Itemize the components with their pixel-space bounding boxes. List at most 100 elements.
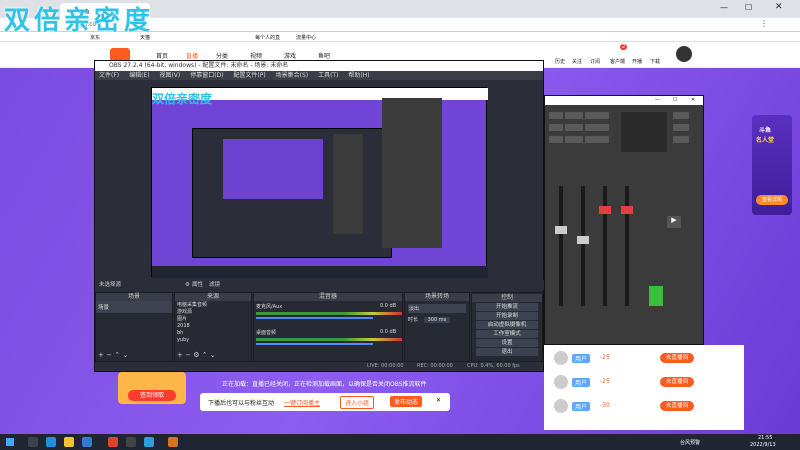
go-room-button[interactable]: 去直播间	[660, 377, 694, 387]
transition-select[interactable]: 淡出	[408, 304, 466, 313]
obs-menu-item[interactable]: 配置文件(P)	[233, 72, 265, 79]
play-icon[interactable]: ▶	[667, 216, 681, 228]
exit-button[interactable]: 退出	[476, 348, 538, 356]
user-icon-label[interactable]: 开播	[632, 58, 642, 65]
edge-icon[interactable]	[46, 437, 56, 447]
bookmark-item[interactable]: 每个人的直	[255, 34, 280, 41]
avatar[interactable]	[554, 375, 568, 389]
chevron-up-icon[interactable]: ⌃	[202, 351, 208, 359]
mixer-btn[interactable]	[549, 124, 563, 131]
fader[interactable]	[625, 186, 629, 306]
settings-button[interactable]: 设置	[476, 339, 538, 347]
clock-time[interactable]: 21:55	[758, 435, 772, 441]
source-item[interactable]: 游戏源	[177, 309, 249, 316]
fader-knob[interactable]	[577, 236, 589, 244]
source-item[interactable]: yuby	[177, 337, 249, 344]
start-icon[interactable]	[6, 438, 14, 446]
nav-item[interactable]: 首页	[156, 51, 168, 60]
obs-menu-item[interactable]: 编辑(E)	[129, 72, 149, 79]
mixer-btn[interactable]	[673, 124, 689, 131]
mixer-btn[interactable]	[585, 112, 609, 119]
maximize-icon[interactable]: ☐	[745, 3, 752, 12]
obs-menu-item[interactable]: 视图(V)	[159, 72, 180, 79]
remove-icon[interactable]: −	[106, 351, 112, 359]
scene-item[interactable]: 场景	[96, 301, 172, 313]
gear-icon[interactable]: ⚙	[185, 280, 190, 290]
volume-slider[interactable]	[256, 317, 373, 319]
maximize-icon[interactable]: ☐	[673, 97, 677, 103]
fader-knob[interactable]	[555, 226, 567, 234]
chrome-icon[interactable]	[108, 437, 118, 447]
close-icon[interactable]: ✕	[436, 397, 441, 404]
nav-item[interactable]: 游戏	[284, 51, 296, 60]
clock-date[interactable]: 2022/9/13	[750, 442, 776, 448]
mixer-btn[interactable]	[565, 136, 583, 143]
obs-preview[interactable]: 双倍亲密度	[151, 87, 488, 278]
mixer-btn[interactable]	[673, 136, 689, 143]
fader[interactable]	[581, 186, 585, 306]
avatar[interactable]	[676, 46, 692, 62]
mixer-btn[interactable]	[549, 112, 563, 119]
virtual-camera-button[interactable]: 启动虚拟摄像机	[476, 321, 538, 329]
add-icon[interactable]: +	[177, 351, 183, 359]
mixer-btn[interactable]	[585, 136, 609, 143]
nav-item-active[interactable]: 直播	[186, 51, 198, 60]
mixer-btn[interactable]	[565, 112, 583, 119]
ranking-user[interactable]: 用户	[572, 402, 591, 411]
obs-menu-item[interactable]: 文件(F)	[99, 72, 119, 79]
join-group-button[interactable]: 进入小组	[340, 396, 375, 409]
chevron-down-icon[interactable]: ⌄	[210, 351, 216, 359]
subscribe-link[interactable]: 一键订阅播主	[284, 398, 320, 407]
source-item[interactable]: 2018	[177, 323, 249, 330]
user-icon-label[interactable]: 关注	[572, 58, 582, 65]
fader[interactable]	[603, 186, 607, 306]
properties-button[interactable]: 属性	[192, 280, 203, 290]
filters-button[interactable]: 滤镜	[209, 280, 220, 290]
minimize-icon[interactable]: —	[655, 97, 660, 103]
avatar[interactable]	[554, 351, 568, 365]
mixer-btn[interactable]	[585, 124, 609, 131]
mixer-btn[interactable]	[549, 136, 563, 143]
app-icon[interactable]	[168, 437, 178, 447]
weather-text[interactable]: 台风预警	[680, 439, 700, 446]
user-icon-label[interactable]: 历史	[555, 58, 565, 65]
search-icon[interactable]	[28, 437, 38, 447]
mixer-btn[interactable]	[673, 112, 689, 119]
duration-input[interactable]: 300 ms	[423, 317, 451, 323]
app-icon[interactable]	[144, 437, 154, 447]
hall-of-fame-banner[interactable]: 斗鱼 名人堂 查看详情	[752, 115, 792, 215]
chevron-down-icon[interactable]: ⌄	[122, 351, 128, 359]
fader[interactable]	[559, 186, 563, 306]
fader-knob[interactable]	[599, 206, 611, 214]
obs-icon[interactable]	[126, 437, 136, 447]
source-item[interactable]: bh	[177, 330, 249, 337]
go-room-button[interactable]: 去直播间	[660, 401, 694, 411]
chevron-up-icon[interactable]: ⌃	[114, 351, 120, 359]
source-item[interactable]: 图片	[177, 316, 249, 323]
user-icon-label[interactable]: 下载	[650, 58, 660, 65]
banner-cta[interactable]: 查看详情	[756, 195, 788, 205]
close-icon[interactable]: ✕	[775, 2, 783, 12]
nav-item[interactable]: 视频	[250, 51, 262, 60]
volume-slider[interactable]	[256, 343, 373, 345]
user-icon-label[interactable]: 订阅	[590, 58, 600, 65]
nav-item[interactable]: 鱼吧	[318, 51, 330, 60]
start-recording-button[interactable]: 开始录制	[476, 312, 538, 320]
fader-knob[interactable]	[621, 206, 633, 214]
publish-button[interactable]: 发布动态	[390, 396, 423, 407]
obs-menu-item[interactable]: 停靠窗口(D)	[190, 72, 223, 79]
close-icon[interactable]: ✕	[691, 97, 695, 103]
minimize-icon[interactable]: —	[720, 3, 728, 12]
folder-icon[interactable]	[64, 437, 74, 447]
ranking-user[interactable]: 用户	[572, 378, 591, 387]
go-room-button[interactable]: 去直播间	[660, 353, 694, 363]
bookmark-item[interactable]: 流量中心	[296, 34, 316, 41]
gear-icon[interactable]: ⚙	[193, 351, 199, 359]
start-streaming-button[interactable]: 开始推流	[476, 303, 538, 311]
nav-item[interactable]: 分类	[216, 51, 228, 60]
obs-menu-item[interactable]: 场景集合(S)	[276, 72, 309, 79]
avatar[interactable]	[554, 399, 568, 413]
menu-dots-icon[interactable]: ⋮	[760, 19, 768, 28]
add-icon[interactable]: +	[98, 351, 104, 359]
store-icon[interactable]	[82, 437, 92, 447]
